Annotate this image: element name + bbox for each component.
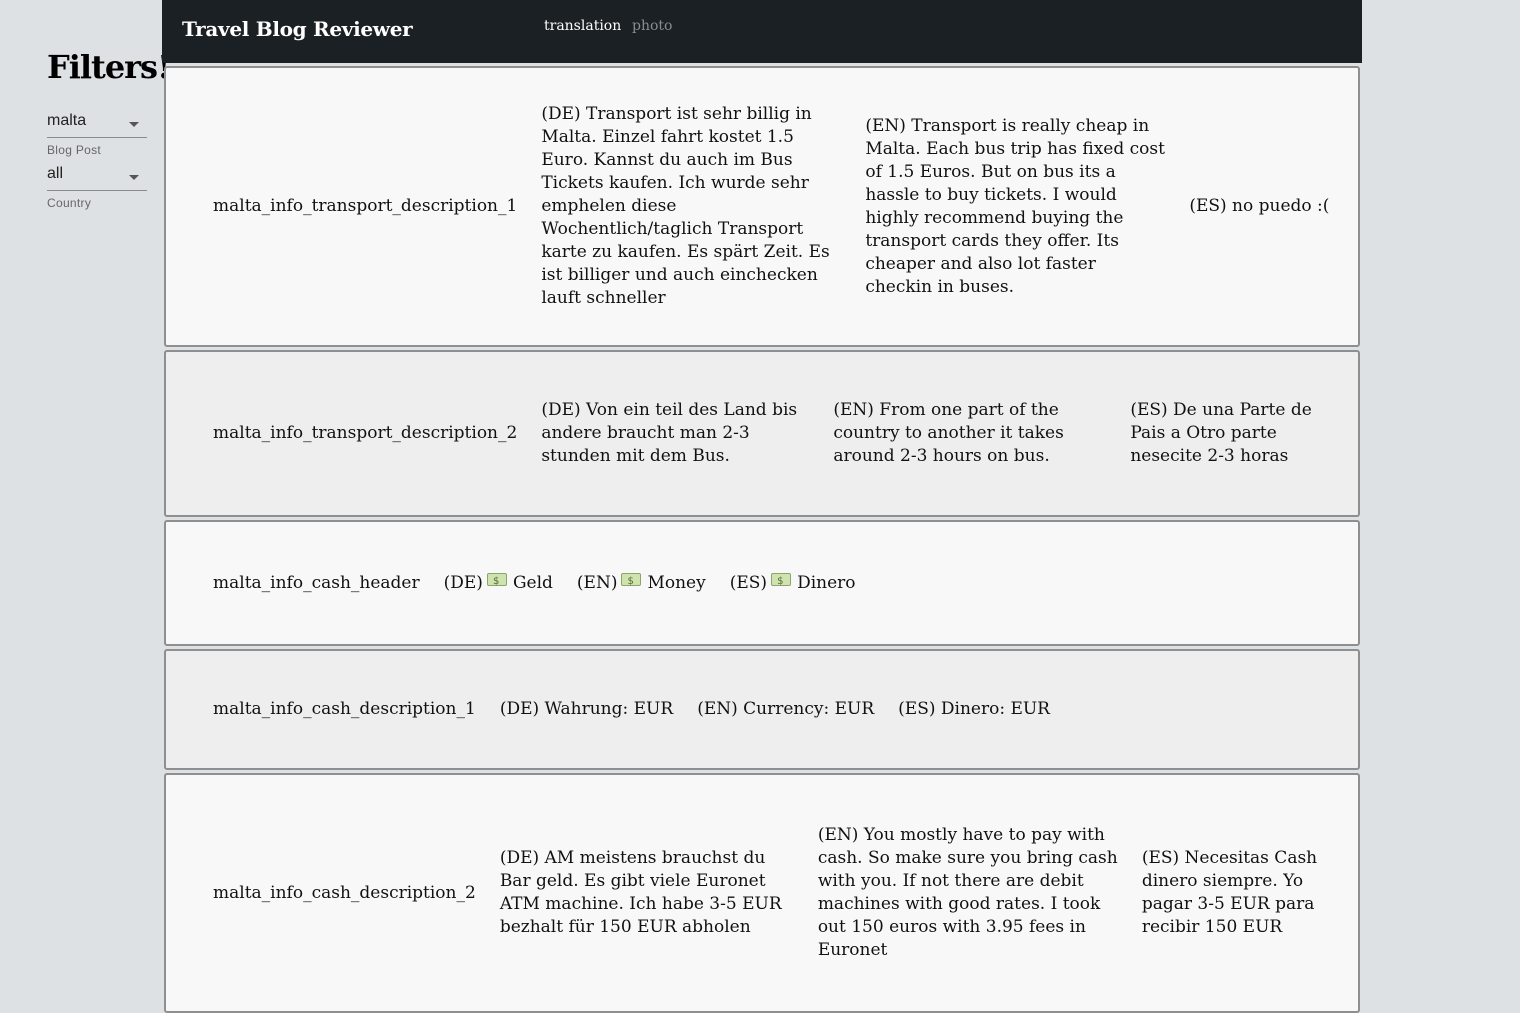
translation-text: Dinero [797,572,856,593]
translation-en: (EN) From one part of the country to ano… [833,400,1064,466]
row-key: malta_info_cash_header [213,572,420,593]
translation-es: (ES) De una Parte de Pais a Otro parte n… [1130,400,1312,466]
app-title: Travel Blog Reviewer [182,17,413,41]
translation-row: malta_info_cash_header (DE) Geld (EN) Mone… [164,520,1360,646]
translation-en: (EN) You mostly have to pay with cash. S… [817,825,1118,960]
translation-text: Money [647,572,706,593]
translation-es: (ES) Necesitas Cash dinero siempre. Yo p… [1141,848,1318,937]
tab-translation[interactable]: translation [544,18,621,34]
row-key: malta_info_transport_description_2 [213,423,518,443]
filters-sidebar: Filters! malta Blog Post all Country [47,0,171,210]
lang-prefix: (ES) [729,572,768,593]
chevron-down-icon [129,122,139,127]
translation-row: malta_info_cash_description_1 (DE) Wahru… [164,649,1360,770]
lang-prefix: (EN) [576,572,618,593]
translation-es: (ES) no puedo :( [1189,196,1330,216]
money-icon [621,570,642,593]
blog-post-select-label: Blog Post [47,143,102,157]
translation-de: (DE) Geld [443,570,577,595]
country-select-value: all [47,165,64,182]
translation-row: malta_info_cash_description_2 (DE) AM me… [164,773,1360,1013]
row-key: malta_info_transport_description_1 [213,196,518,216]
chevron-down-icon [129,175,139,180]
filters-heading: Filters! [47,48,171,86]
translation-de: (DE) AM meistens brauchst du Bar geld. E… [499,848,782,937]
translation-row: malta_info_transport_description_1 (DE) … [164,66,1360,347]
money-icon [486,570,507,593]
translation-de: (DE) Transport ist sehr billig in Malta.… [541,104,830,308]
tab-photo[interactable]: photo [632,18,672,34]
translation-de: (DE) Wahrung: EUR [499,699,674,719]
country-select[interactable]: all [47,161,147,191]
translation-en: (EN) Transport is really cheap in Malta.… [865,115,1165,297]
country-select-label: Country [47,196,92,210]
lang-prefix: (DE) [443,572,483,593]
translation-en: (EN) Currency: EUR [697,699,875,719]
blog-post-select-value: malta [47,112,87,129]
translation-de: (DE) Von ein teil des Land bis andere br… [541,400,798,466]
translation-en: (EN) Money [576,570,730,595]
money-icon [771,570,792,593]
translation-row: malta_info_transport_description_2 (DE) … [164,350,1360,517]
translation-text: Geld [512,572,553,593]
row-key: malta_info_cash_description_1 [213,699,476,719]
row-key: malta_info_cash_description_2 [213,882,476,903]
blog-post-select[interactable]: malta [47,108,147,138]
translation-es: (ES) Dinero [729,570,880,595]
app-header: Travel Blog Reviewer translation photo [162,0,1362,63]
translation-es: (ES) Dinero: EUR [898,699,1050,719]
